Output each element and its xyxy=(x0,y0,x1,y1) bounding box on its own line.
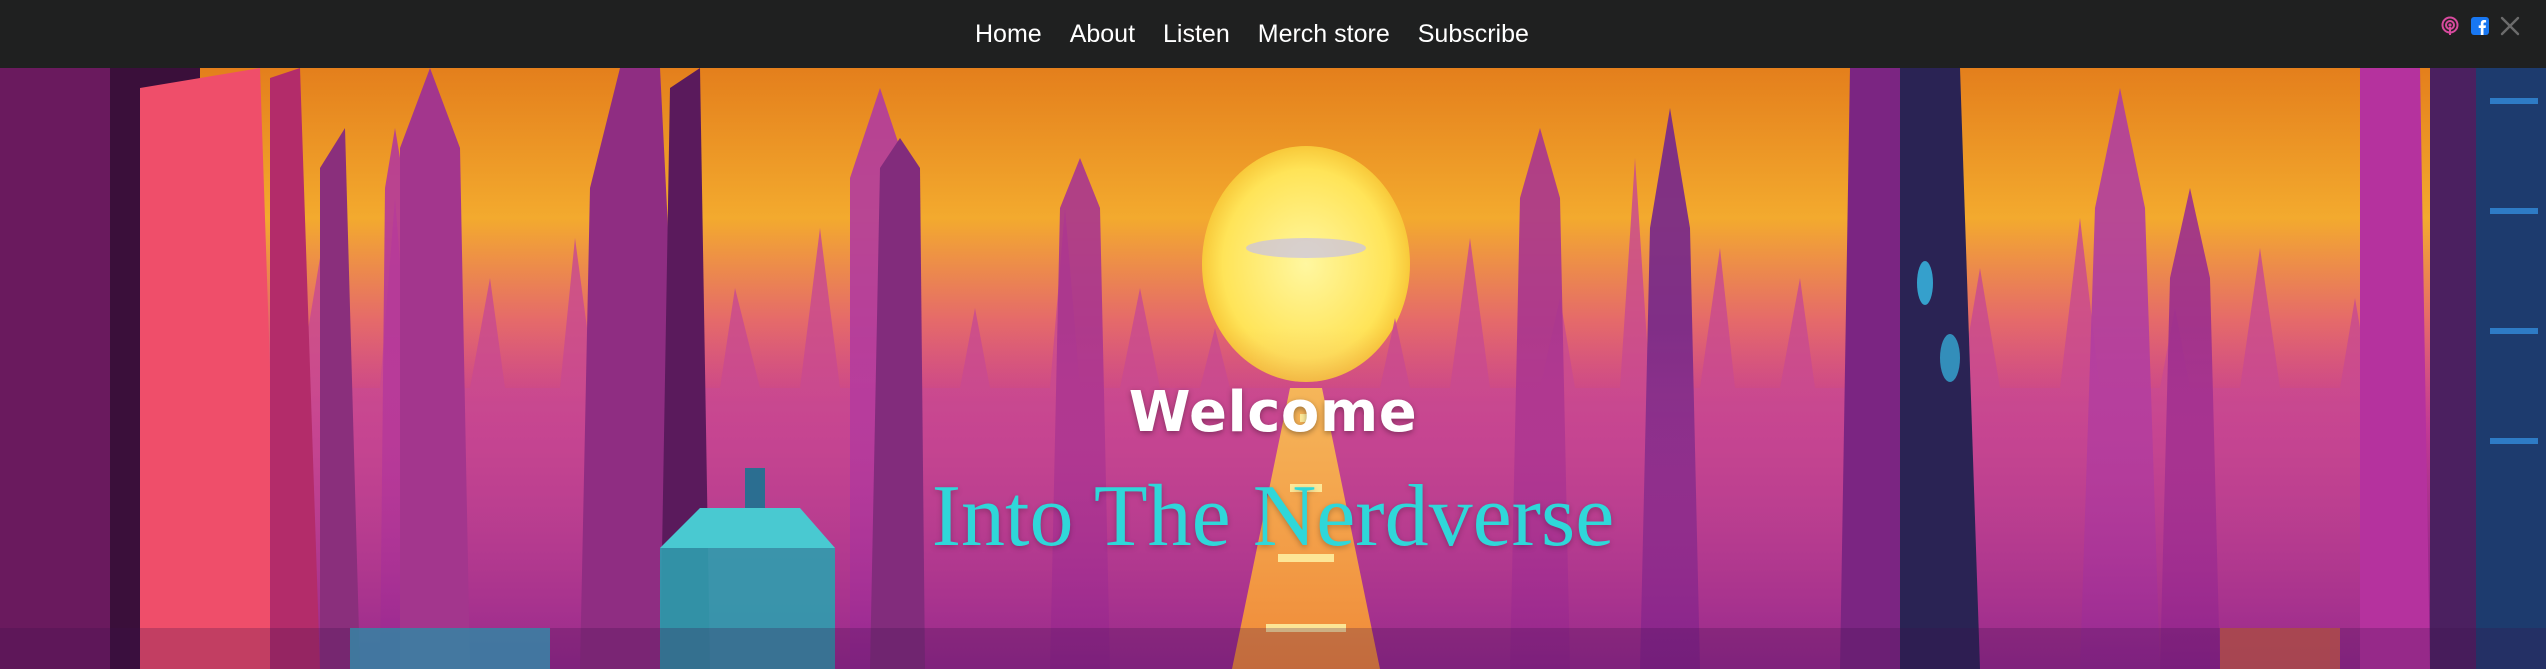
top-navigation-bar: Home About Listen Merch store Subscribe xyxy=(0,0,2546,68)
nav-about[interactable]: About xyxy=(1070,20,1135,49)
nav-merch-store[interactable]: Merch store xyxy=(1258,20,1390,49)
main-nav: Home About Listen Merch store Subscribe xyxy=(975,0,1529,68)
social-links xyxy=(2440,16,2520,36)
hero-welcome-heading: Welcome xyxy=(1128,380,1418,445)
cyberpunk-city-illustration xyxy=(0,68,2546,669)
nav-listen[interactable]: Listen xyxy=(1163,20,1230,49)
podcast-icon[interactable] xyxy=(2440,16,2460,36)
nav-subscribe[interactable]: Subscribe xyxy=(1418,20,1529,49)
nav-home[interactable]: Home xyxy=(975,20,1042,49)
facebook-icon[interactable] xyxy=(2470,16,2490,36)
hero-banner: Welcome Into The Nerdverse xyxy=(0,68,2546,669)
x-icon[interactable] xyxy=(2500,16,2520,36)
hero-site-title: Into The Nerdverse xyxy=(931,468,1615,565)
